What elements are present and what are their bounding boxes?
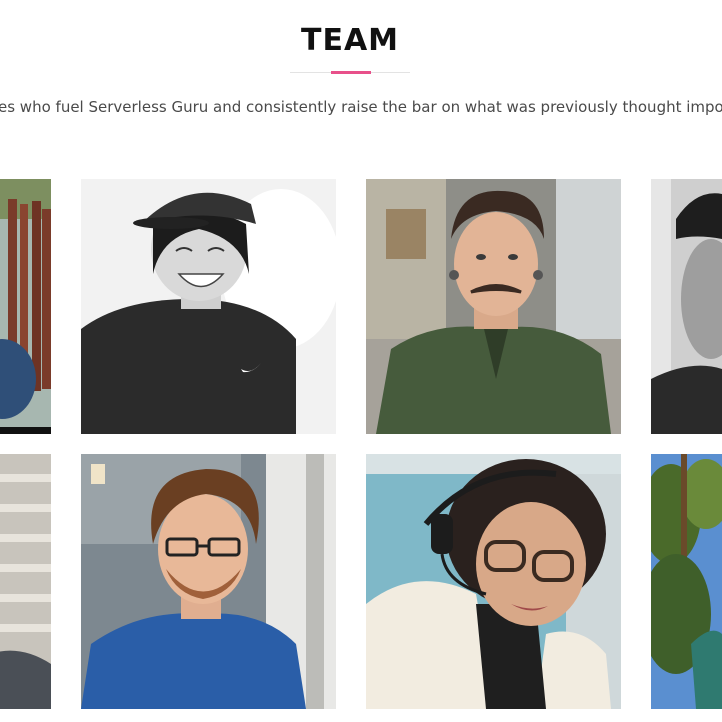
section-subtitle: es who fuel Serverless Guru and consiste… (0, 98, 722, 116)
team-photo-woman-cap[interactable] (81, 179, 336, 434)
portrait-image (81, 454, 336, 709)
team-photo-man-near-fence[interactable] (0, 179, 51, 434)
team-photo-woman-headset[interactable] (366, 454, 621, 709)
team-photo-man-gray-shirt[interactable] (0, 454, 51, 709)
portrait-image (0, 179, 51, 434)
portrait-image (0, 454, 51, 709)
portrait-image (81, 179, 336, 434)
section-title: TEAM (300, 23, 400, 58)
team-photo-outdoors[interactable] (651, 454, 722, 709)
team-photo-man-cap[interactable] (651, 179, 722, 434)
team-photo-man-glasses[interactable] (81, 454, 336, 709)
title-divider-accent (331, 71, 371, 74)
team-photo-man-mustache[interactable] (366, 179, 621, 434)
portrait-image (366, 454, 621, 709)
portrait-image (651, 454, 722, 709)
portrait-image (651, 179, 722, 434)
portrait-image (366, 179, 621, 434)
